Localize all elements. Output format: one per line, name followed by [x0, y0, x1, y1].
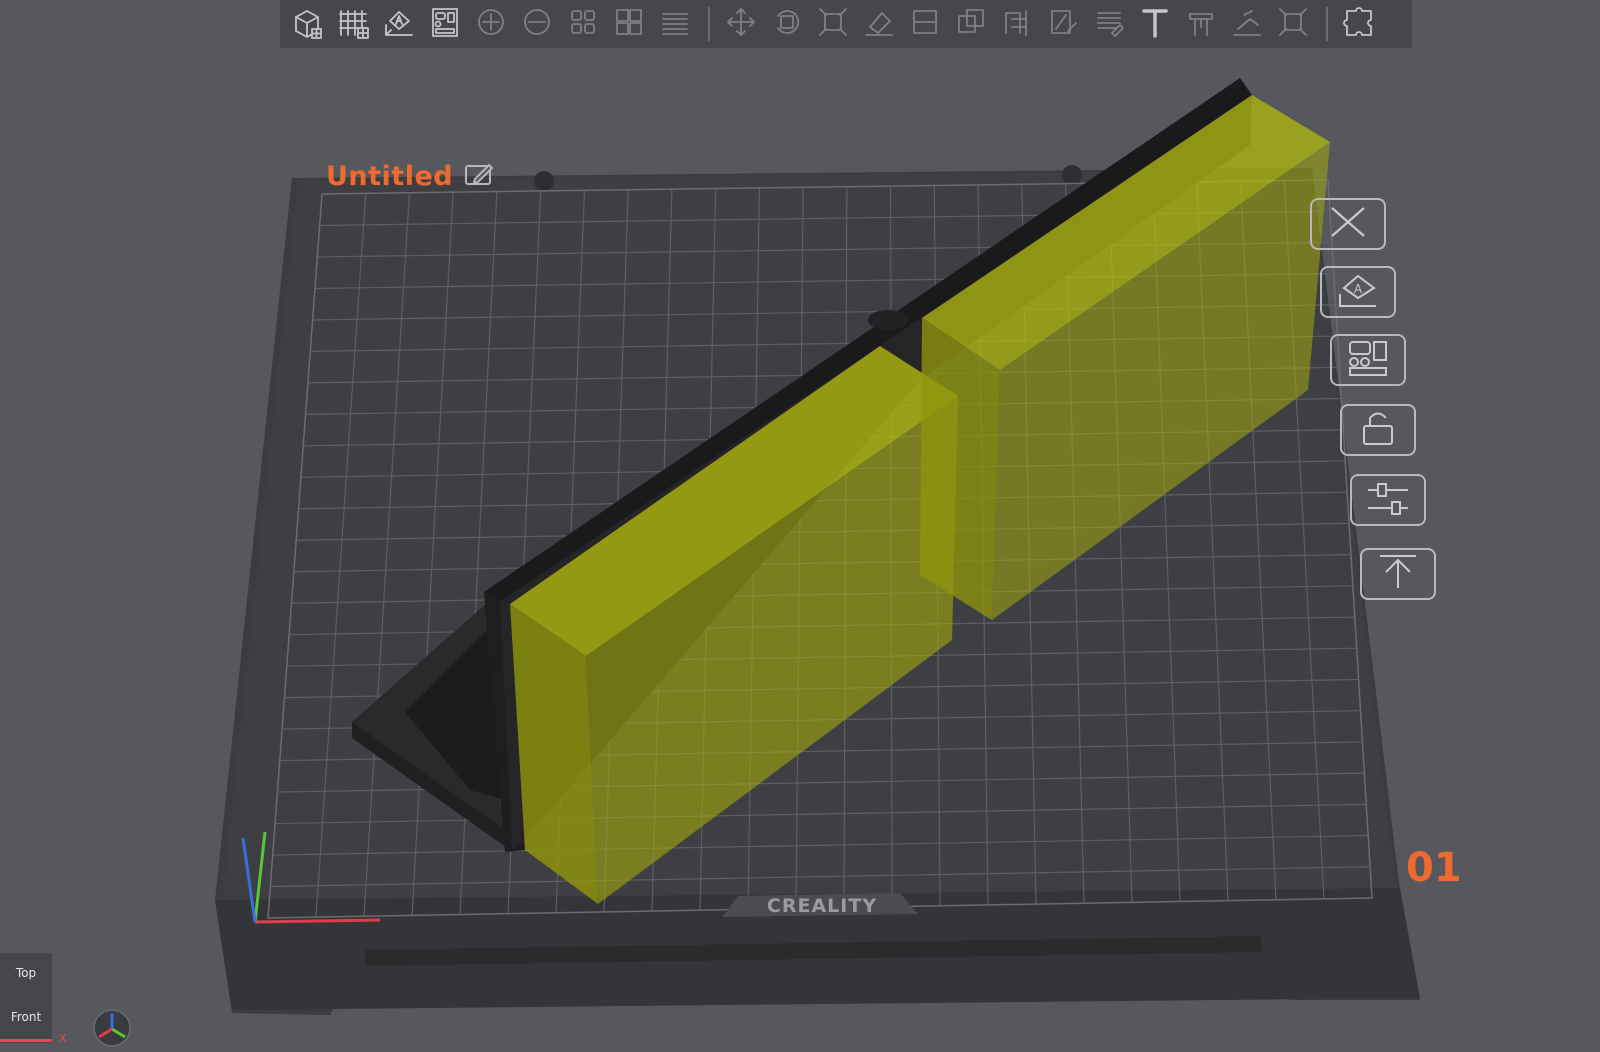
move-icon [724, 5, 758, 43]
rotate-icon [770, 5, 804, 43]
assembly-icon [1230, 5, 1264, 43]
measure-button[interactable] [1182, 5, 1220, 43]
add-instance-icon [474, 5, 508, 43]
orient-plate-icon: A [1332, 270, 1384, 314]
mesh-boolean-icon [954, 5, 988, 43]
remove-instance-button[interactable] [518, 5, 556, 43]
lock-plate-icon [1352, 408, 1404, 452]
add-plate-button[interactable] [334, 5, 372, 43]
fullscreen-icon [1276, 5, 1310, 43]
plate-title-bar: Untitled [326, 160, 495, 192]
seam-paint-icon [1046, 5, 1080, 43]
layers-icon [658, 5, 692, 43]
edit-name-icon[interactable] [463, 160, 495, 192]
mesh-boolean-button[interactable] [952, 5, 990, 43]
plate-settings-button[interactable] [1350, 474, 1426, 526]
delete-plate-button[interactable] [1310, 198, 1386, 250]
toolbar-separator [708, 7, 710, 41]
move-to-top-icon [1372, 552, 1424, 596]
lay-on-face-icon [862, 5, 896, 43]
color-paint-button[interactable] [1090, 5, 1128, 43]
rotate-button[interactable] [768, 5, 806, 43]
lay-on-face-button[interactable] [860, 5, 898, 43]
view-front-underline [0, 1039, 52, 1042]
puzzle-button[interactable] [1340, 5, 1378, 43]
add-plate-icon [336, 5, 370, 43]
svg-text:A: A [1354, 282, 1363, 296]
view-front-button[interactable]: Front [0, 997, 52, 1037]
support-paint-icon [1000, 5, 1034, 43]
measure-icon [1184, 5, 1218, 43]
layers-button[interactable] [656, 5, 694, 43]
main-toolbar [280, 0, 1412, 48]
bed-brand-label: CREALITY [722, 893, 918, 917]
orient-plate-button[interactable]: A [1320, 266, 1396, 318]
cut-icon [908, 5, 942, 43]
add-object-icon [290, 5, 324, 43]
split-objects-button[interactable] [564, 5, 602, 43]
remove-instance-icon [520, 5, 554, 43]
add-object-button[interactable] [288, 5, 326, 43]
arrange-plate-icon [1342, 338, 1394, 382]
fullscreen-button[interactable] [1274, 5, 1312, 43]
seam-paint-button[interactable] [1044, 5, 1082, 43]
assembly-button[interactable] [1228, 5, 1266, 43]
plate-number: 01 [1406, 845, 1462, 891]
split-objects-icon [566, 5, 600, 43]
view-panel: Top Front [0, 953, 52, 1043]
svg-text:CREALITY: CREALITY [767, 895, 877, 917]
split-parts-icon [612, 5, 646, 43]
view-top-button[interactable]: Top [0, 953, 52, 993]
text-button[interactable] [1136, 5, 1174, 43]
plate-title[interactable]: Untitled [326, 161, 453, 192]
cut-button[interactable] [906, 5, 944, 43]
toolbar-separator [1326, 7, 1328, 41]
text-icon [1138, 5, 1172, 43]
orientation-gizmo-icon[interactable] [92, 1008, 132, 1048]
move-button[interactable] [722, 5, 760, 43]
arrange-plate-button[interactable] [1330, 334, 1406, 386]
scale-button[interactable] [814, 5, 852, 43]
support-paint-button[interactable] [998, 5, 1036, 43]
axis-x-label: X [59, 1032, 67, 1045]
move-to-top-button[interactable] [1360, 548, 1436, 600]
auto-orient-icon [382, 5, 416, 43]
arrange-button[interactable] [426, 5, 464, 43]
auto-orient-button[interactable] [380, 5, 418, 43]
puzzle-icon [1342, 5, 1376, 43]
arrange-icon [428, 5, 462, 43]
add-instance-button[interactable] [472, 5, 510, 43]
scale-icon [816, 5, 850, 43]
delete-plate-icon [1322, 202, 1374, 246]
color-paint-icon [1092, 5, 1126, 43]
plate-settings-icon [1362, 478, 1414, 522]
lock-plate-button[interactable] [1340, 404, 1416, 456]
split-parts-button[interactable] [610, 5, 648, 43]
